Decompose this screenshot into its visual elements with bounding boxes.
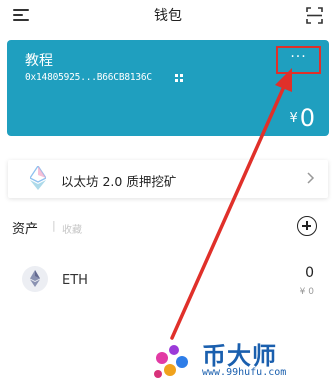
scan-icon[interactable] [306,7,323,24]
asset-amount: 0 [305,265,314,281]
tab-favorites[interactable]: 收藏 [62,221,82,236]
qr-code-icon[interactable] [175,74,183,82]
eth-token-icon [22,266,48,292]
eth2-staking-banner[interactable]: 以太坊 2.0 质押挖矿 [8,160,328,198]
asset-row[interactable]: ETH 0 ¥ 0 [0,262,336,302]
add-asset-button[interactable] [297,216,317,236]
wallet-more-button[interactable]: ··· [276,46,321,74]
watermark-logo-icon [154,345,188,378]
wallet-name: 教程 [25,53,53,69]
app-header: 钱包 [0,0,336,30]
watermark-url: www.99hufu.com [202,367,287,378]
chevron-right-icon [307,172,315,184]
tab-assets[interactable]: 资产 [12,218,38,237]
banner-label: 以太坊 2.0 质押挖矿 [61,174,177,189]
balance-currency: ¥ [289,111,298,126]
watermark-text: 币大师 [202,342,277,370]
asset-symbol: ETH [62,273,88,288]
more-dots-icon: ··· [290,49,307,65]
wallet-card[interactable]: 教程 0x14805925...B66CB8136C ··· ¥0 [7,40,329,136]
wallet-balance: ¥0 [289,104,315,132]
wallet-address[interactable]: 0x14805925...B66CB8136C [25,72,152,83]
balance-value: 0 [299,104,315,132]
watermark: 币大师 www.99hufu.com [148,326,336,388]
asset-fiat-value: ¥ 0 [299,287,314,297]
tab-separator: | [52,219,56,232]
ethereum-diamond-icon [30,166,46,190]
page-title: 钱包 [154,8,182,24]
